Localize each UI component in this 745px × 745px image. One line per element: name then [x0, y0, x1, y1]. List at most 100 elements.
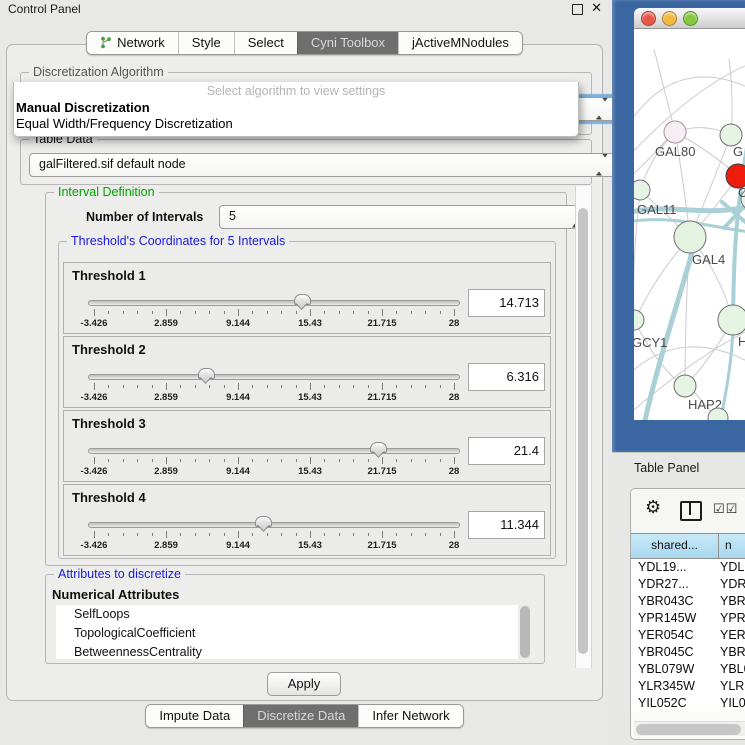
- table-cell[interactable]: YIL0: [718, 695, 745, 711]
- table-cell[interactable]: YPR1: [718, 610, 745, 627]
- table-row[interactable]: YDL19...YDL1: [631, 559, 745, 576]
- network-node[interactable]: [664, 121, 686, 143]
- scrollbar-thumb[interactable]: [636, 724, 741, 735]
- table-cell[interactable]: YBR0: [718, 644, 745, 661]
- slider-track[interactable]: [88, 448, 460, 454]
- table-row[interactable]: YBL079WYBL0: [631, 661, 745, 678]
- threshold-value-box[interactable]: 11.344: [468, 511, 545, 539]
- table-cell[interactable]: YLR345W: [631, 678, 718, 695]
- table-data-group: Table Data galFiltered.sif default node: [20, 139, 592, 185]
- table-horizontal-scrollbar[interactable]: [634, 721, 745, 736]
- table-panel-titlebar: Table Panel: [612, 452, 745, 483]
- threshold-slider[interactable]: -3.4262.8599.14415.4321.71528: [88, 519, 460, 553]
- num-intervals-combobox[interactable]: 5: [219, 205, 592, 229]
- num-intervals-value: 5: [229, 209, 236, 223]
- table-row[interactable]: YIL052CYIL0: [631, 695, 745, 711]
- table-cell[interactable]: YER054C: [631, 627, 718, 644]
- tab-jactivemnodules[interactable]: jActiveMNodules: [398, 32, 522, 54]
- scrollbar-thumb[interactable]: [578, 208, 588, 654]
- threshold-coordinates-group: Threshold's Coordinates for 5 Intervals …: [58, 241, 556, 559]
- slider-thumb[interactable]: [370, 442, 387, 453]
- table-row[interactable]: YBR045CYBR0: [631, 644, 745, 661]
- settings-vertical-scrollbar[interactable]: [575, 186, 592, 668]
- network-canvas[interactable]: GAL80GCGAL11GAL4GCY1HHAP2: [634, 29, 745, 420]
- threshold-slider[interactable]: -3.4262.8599.14415.4321.71528: [88, 445, 460, 479]
- tab-discretize-data[interactable]: Discretize Data: [243, 705, 358, 727]
- threshold-value-box[interactable]: 21.4: [468, 437, 545, 465]
- table-cell[interactable]: YDL1: [718, 559, 745, 576]
- threshold-panel: Threshold 1 -3.4262.8599.14415.4321.7152…: [63, 262, 551, 334]
- threshold-slider[interactable]: -3.4262.8599.14415.4321.71528: [88, 297, 460, 331]
- threshold-label: Threshold 4: [72, 490, 146, 505]
- combo-arrows-icon: [596, 99, 608, 120]
- table-row[interactable]: YDR27...YDR2: [631, 576, 745, 593]
- table-cell[interactable]: YBR0: [718, 593, 745, 610]
- table-row[interactable]: YER054CYER0: [631, 627, 745, 644]
- slider-thumb[interactable]: [294, 294, 311, 305]
- slider-scale-labels: -3.4262.8599.14415.4321.71528: [94, 318, 454, 329]
- tab-select[interactable]: Select: [234, 32, 297, 54]
- threshold-slider[interactable]: -3.4262.8599.14415.4321.71528: [88, 371, 460, 405]
- table-cell[interactable]: YDR2: [718, 576, 745, 593]
- tab-network[interactable]: Network: [87, 32, 178, 54]
- table-data-combobox[interactable]: galFiltered.sif default node: [29, 153, 616, 177]
- slider-thumb[interactable]: [255, 516, 272, 527]
- table-cell[interactable]: YLR3: [718, 678, 745, 695]
- table-cell[interactable]: YDL19...: [631, 559, 718, 576]
- column-header-shared[interactable]: shared...: [631, 534, 719, 558]
- attribute-item[interactable]: TopologicalCoefficient: [56, 624, 531, 643]
- zoom-traffic-light-icon[interactable]: [683, 11, 698, 26]
- slider-track[interactable]: [88, 522, 460, 528]
- table-cell[interactable]: YER0: [718, 627, 745, 644]
- table-cell[interactable]: YBL0: [718, 661, 745, 678]
- table-row[interactable]: YLR345WYLR3: [631, 678, 745, 695]
- network-edge: [634, 77, 745, 125]
- network-node[interactable]: [674, 375, 696, 397]
- table-cell[interactable]: YIL052C: [631, 695, 718, 711]
- num-intervals-label: Number of Intervals: [86, 210, 203, 224]
- split-columns-icon[interactable]: [680, 501, 702, 521]
- tab-impute-data[interactable]: Impute Data: [146, 705, 243, 727]
- slider-ticks: [94, 383, 454, 391]
- table-cell[interactable]: YBR045C: [631, 644, 718, 661]
- attribute-item[interactable]: SelfLoops: [56, 605, 531, 624]
- attribute-item[interactable]: BetweennessCentrality: [56, 643, 531, 659]
- network-node[interactable]: [634, 180, 650, 200]
- network-node[interactable]: [720, 124, 742, 146]
- threshold-value-box[interactable]: 6.316: [468, 363, 545, 391]
- tab-cyni-toolbox[interactable]: Cyni Toolbox: [297, 32, 398, 54]
- slider-thumb[interactable]: [198, 368, 215, 379]
- table-cell[interactable]: YBR043C: [631, 593, 718, 610]
- group-title: Attributes to discretize: [54, 567, 185, 581]
- threshold-value-box[interactable]: 14.713: [468, 289, 545, 317]
- slider-track[interactable]: [88, 374, 460, 380]
- slider-track[interactable]: [88, 300, 460, 306]
- column-header-name[interactable]: n: [719, 534, 745, 558]
- network-node[interactable]: [634, 310, 644, 330]
- dropdown-option-equal-width-frequency[interactable]: Equal Width/Frequency Discretization: [14, 116, 578, 132]
- table-cell[interactable]: YPR145W: [631, 610, 718, 627]
- tab-style[interactable]: Style: [178, 32, 234, 54]
- tab-infer-network[interactable]: Infer Network: [358, 705, 462, 727]
- checkbox-icons[interactable]: ☑☑: [713, 501, 738, 517]
- numerical-attributes-list[interactable]: SelfLoopsTopologicalCoefficientBetweenne…: [56, 605, 531, 659]
- slider-ticks: [94, 457, 454, 465]
- network-node[interactable]: [674, 221, 706, 253]
- threshold-label: Threshold 1: [72, 268, 146, 283]
- network-node[interactable]: [718, 305, 745, 335]
- apply-button[interactable]: Apply: [267, 672, 341, 696]
- table-panel-window: ⚙ ☑☑ shared... n YDL19...YDL1YDR27...YDR…: [630, 488, 745, 740]
- table-row[interactable]: YPR145WYPR1: [631, 610, 745, 627]
- close-icon[interactable]: ✕: [591, 1, 602, 15]
- table-cell[interactable]: YBL079W: [631, 661, 718, 678]
- close-traffic-light-icon[interactable]: [641, 11, 656, 26]
- network-window-titlebar: [634, 8, 745, 29]
- settings-gear-icon[interactable]: ⚙: [645, 497, 661, 518]
- slider-scale-labels: -3.4262.8599.14415.4321.71528: [94, 540, 454, 551]
- minimize-traffic-light-icon[interactable]: [662, 11, 677, 26]
- dropdown-option-manual-discretization[interactable]: Manual Discretization: [14, 100, 578, 116]
- float-window-icon[interactable]: [572, 4, 583, 15]
- table-row[interactable]: YBR043CYBR0: [631, 593, 745, 610]
- table-cell[interactable]: YDR27...: [631, 576, 718, 593]
- list-scrollbar[interactable]: [518, 605, 531, 659]
